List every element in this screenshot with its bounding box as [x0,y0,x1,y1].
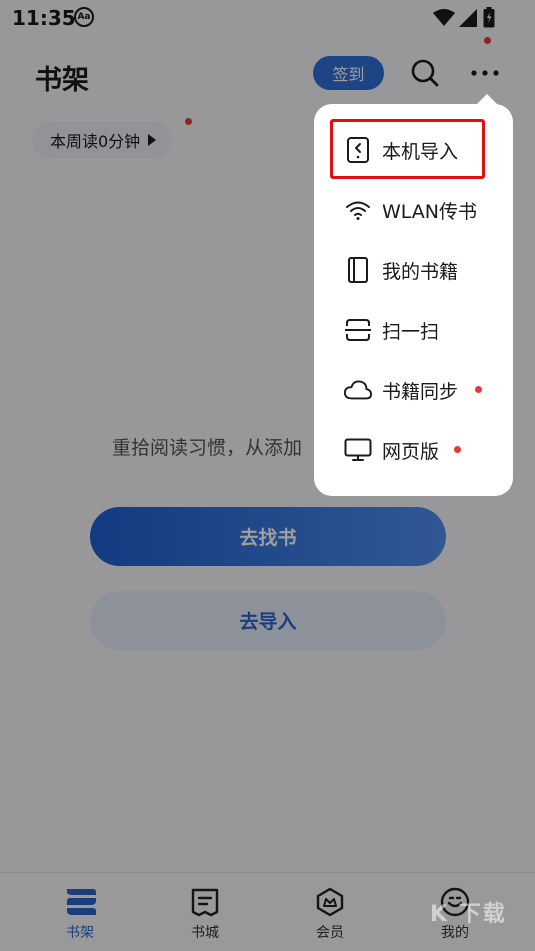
book-icon [344,256,372,284]
sync-badge-dot [475,386,482,393]
menu-item-web-version[interactable]: 网页版 [314,420,513,480]
menu-item-label: 扫一扫 [382,320,440,343]
menu-item-wlan-transfer[interactable]: WLAN传书 [314,180,513,240]
menu-item-label: WLAN传书 [382,200,478,223]
monitor-icon [344,436,372,464]
cloud-icon [344,376,372,404]
menu-item-scan[interactable]: 扫一扫 [314,300,513,360]
menu-item-book-sync[interactable]: 书籍同步 [314,360,513,420]
menu-item-label: 书籍同步 [382,380,459,403]
wifi-icon [344,196,372,224]
menu-item-label: 网页版 [382,440,440,463]
menu-item-label: 我的书籍 [382,260,459,283]
web-badge-dot [454,446,461,453]
scan-icon [344,316,372,344]
watermark: K 下载 [430,902,507,927]
highlight-box [330,119,485,179]
menu-item-my-books[interactable]: 我的书籍 [314,240,513,300]
